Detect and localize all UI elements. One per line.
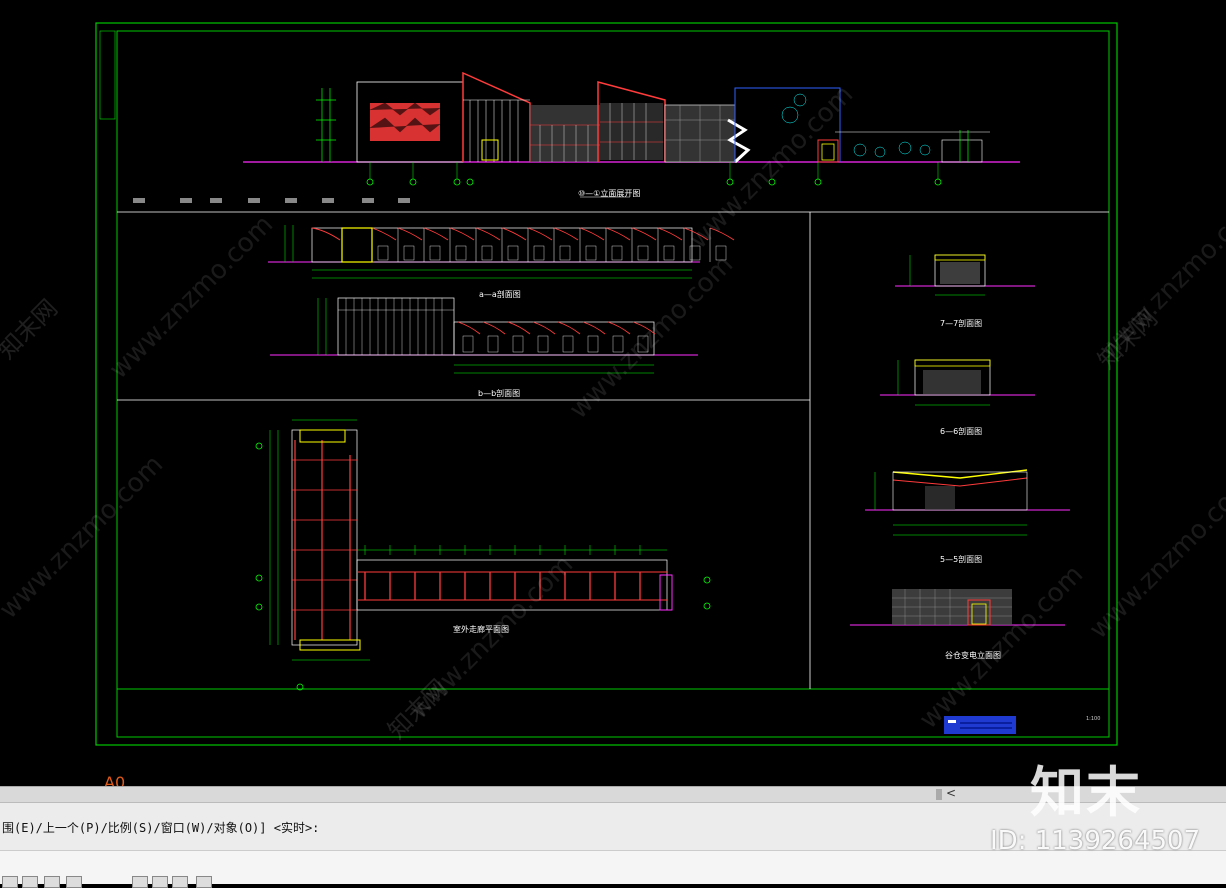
status-tool-icon[interactable] — [22, 876, 38, 888]
title-section-7: 7—7剖面图 — [940, 318, 982, 329]
section-a-bay-opening — [637, 245, 649, 261]
title-section-a: a—a剖面图 — [479, 289, 521, 300]
watermark-id: ID: 1139264507 — [990, 826, 1201, 856]
section-a-bay-arch — [657, 227, 683, 241]
section-a-bay-opening — [455, 245, 467, 261]
title-text: 6—6剖面图 — [940, 427, 983, 436]
section-a-bay-opening — [585, 245, 597, 261]
status-tool-icon[interactable] — [66, 876, 82, 888]
section-b-bay-arch — [557, 321, 581, 335]
title-text: ⑩—①立面展开图 — [578, 189, 641, 198]
title-section-5: 5—5剖面图 — [940, 554, 982, 565]
section-b-bay-arch — [507, 321, 531, 335]
title-text: 5—5剖面图 — [940, 555, 983, 564]
section-b-bay-arch — [457, 321, 481, 335]
section-a-bay-opening — [377, 245, 389, 261]
section-b-bay-opening — [587, 335, 599, 353]
title-section-b: b—b剖面图 — [478, 388, 520, 399]
title-text: 谷仓变电立面图 — [945, 651, 1001, 660]
svg-text:www.znzmo.com: www.znzmo.com — [914, 560, 1089, 735]
section-a-bay-opening — [611, 245, 623, 261]
section-a-bay-arch — [475, 227, 501, 241]
section-a-bay-opening — [559, 245, 571, 261]
section-a — [268, 225, 735, 279]
section-5 — [865, 469, 1070, 536]
section-b-bay-opening — [462, 335, 474, 353]
scale-note: 1:100 — [1086, 716, 1101, 722]
status-tool-icon[interactable] — [2, 876, 18, 888]
status-tool-icon[interactable] — [152, 876, 168, 888]
command-prompt-text: 围(E)/上一个(P)/比例(S)/窗口(W)/对象(O)] <实时>: — [2, 821, 320, 835]
scroll-left-arrow-icon[interactable]: < — [946, 786, 956, 800]
title-text: 室外走廊平面图 — [453, 625, 509, 634]
svg-text:www.znzmo.com: www.znzmo.com — [104, 210, 279, 385]
status-tool-icon[interactable] — [172, 876, 188, 888]
section-a-bay-opening — [533, 245, 545, 261]
section-a-bay-arch — [631, 227, 657, 241]
section-a-bay-arch — [371, 227, 397, 241]
status-tool-icon[interactable] — [44, 876, 60, 888]
svg-text:www.znzmo.com: www.znzmo.com — [1084, 470, 1226, 645]
section-a-bay-opening — [663, 245, 675, 261]
status-tool-icon[interactable] — [196, 876, 212, 888]
title-text: b—b剖面图 — [478, 389, 521, 398]
title-text: 7—7剖面图 — [940, 319, 983, 328]
section-a-bay-arch — [527, 227, 553, 241]
drawing-sheet: www.znzmo.com www.znzmo.com www.znzmo.co… — [0, 22, 1226, 746]
section-a-bay-arch — [423, 227, 449, 241]
main-elevation — [133, 71, 1020, 203]
title-elevation-main: ⑩—①立面展开图 — [578, 188, 640, 199]
title-elevation-small: 谷仓变电立面图 — [945, 650, 1001, 661]
section-a-bay-opening — [403, 245, 415, 261]
section-a-bay-arch — [553, 227, 579, 241]
section-b-bay-arch — [532, 321, 556, 335]
section-7 — [895, 254, 1035, 296]
section-a-bay-arch — [501, 227, 527, 241]
watermark-logo: 知末 — [1030, 761, 1142, 824]
section-a-bay-arch — [397, 227, 423, 241]
cad-drawing-canvas[interactable]: www.znzmo.com www.znzmo.com www.znzmo.co… — [0, 0, 1226, 786]
section-a-bay-arch — [579, 227, 605, 241]
scroll-thumb[interactable] — [936, 789, 942, 800]
svg-text:www.znzmo.com: www.znzmo.com — [564, 250, 739, 425]
section-b-bay-opening — [562, 335, 574, 353]
section-b-bay-arch — [482, 321, 506, 335]
section-a-bay-arch — [605, 227, 631, 241]
section-a-bay-opening — [507, 245, 519, 261]
title-section-6: 6—6剖面图 — [940, 426, 982, 437]
section-a-bay-opening — [481, 245, 493, 261]
section-a-bay-opening — [429, 245, 441, 261]
section-b-bay-opening — [487, 335, 499, 353]
section-b-bay-arch — [582, 321, 606, 335]
status-tool-icon[interactable] — [132, 876, 148, 888]
title-text: a—a剖面图 — [479, 290, 521, 299]
section-b-bay-opening — [537, 335, 549, 353]
section-a-bay-arch — [449, 227, 475, 241]
section-b-bay-opening — [512, 335, 524, 353]
title-plan: 室外走廊平面图 — [453, 624, 509, 635]
section-b-bay-arch — [607, 321, 631, 335]
section-6 — [880, 359, 1035, 406]
layout-tab-label[interactable]: A0 — [104, 773, 125, 786]
svg-text:www.znzmo.com: www.znzmo.com — [0, 450, 169, 625]
